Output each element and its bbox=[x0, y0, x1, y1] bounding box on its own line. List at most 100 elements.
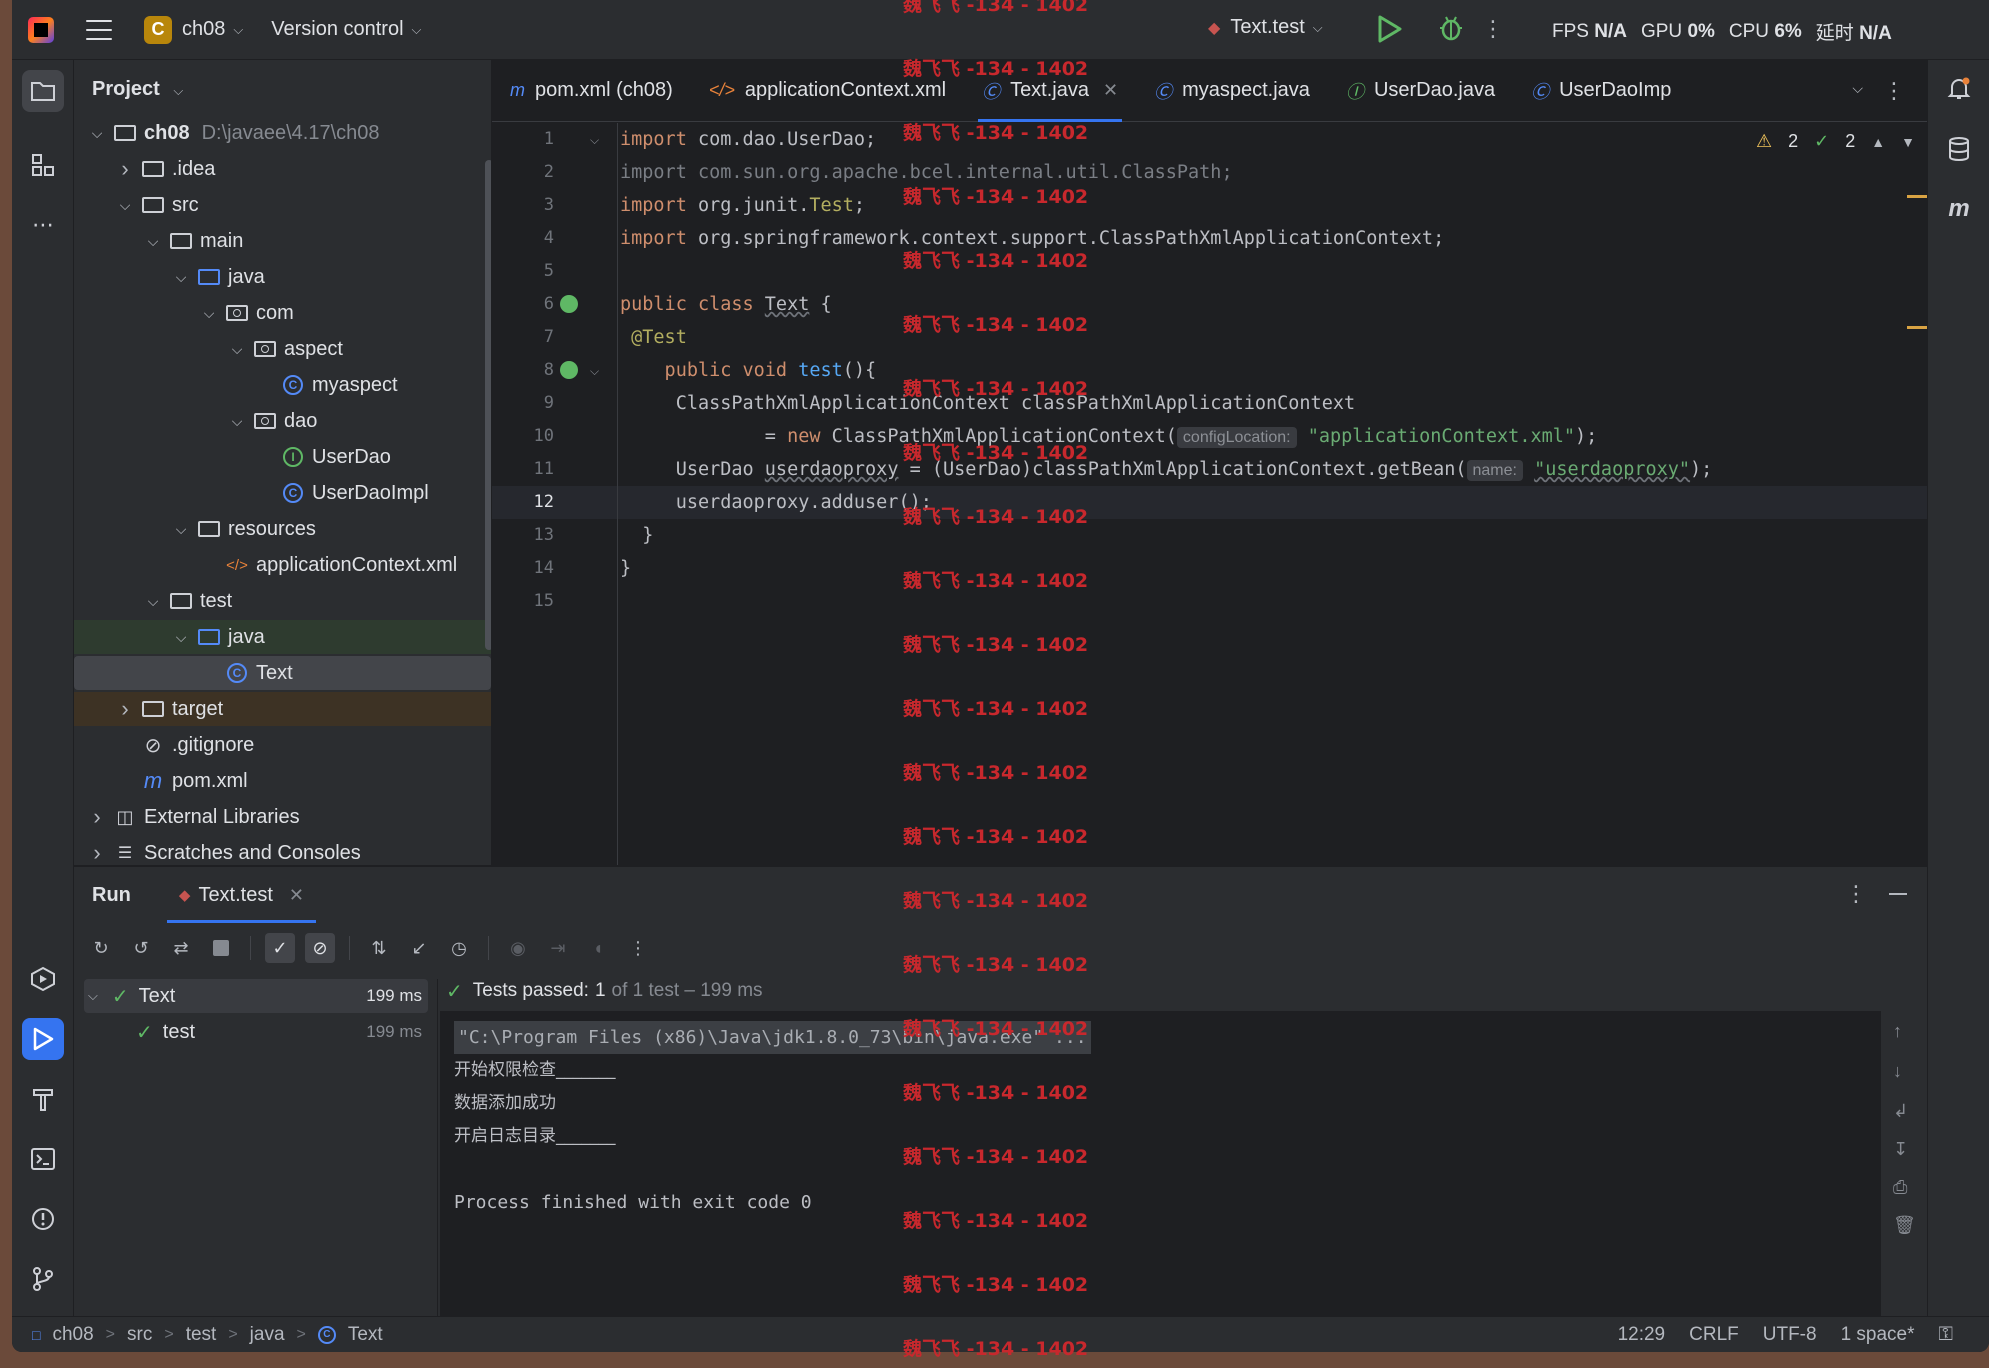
tree-item[interactable]: ⌵ test bbox=[74, 584, 491, 618]
camera-icon[interactable]: ◉ bbox=[503, 933, 533, 963]
version-control-menu[interactable]: Version control bbox=[271, 18, 403, 41]
chevron-down-icon[interactable]: ⌵ bbox=[200, 305, 218, 322]
console-command-line[interactable]: "C:\Program Files (x86)\Java\jdk1.8.0_73… bbox=[454, 1021, 1091, 1054]
fold-chevron-icon[interactable]: ⌵ bbox=[590, 364, 599, 379]
chevron-down-icon[interactable]: ⌵ bbox=[144, 593, 162, 610]
tree-item[interactable]: ⌵ aspect bbox=[74, 332, 491, 366]
chevron-up-icon[interactable]: ▲ bbox=[1871, 134, 1885, 150]
tree-item[interactable]: C Text bbox=[74, 656, 491, 690]
debug-button[interactable] bbox=[1438, 14, 1462, 42]
fold-chevron-icon[interactable]: ⌵ bbox=[590, 133, 599, 148]
tree-item[interactable]: ⌵ src bbox=[74, 188, 491, 222]
chevron-down-icon[interactable]: ⌵ bbox=[228, 413, 246, 430]
run-tool-button[interactable] bbox=[22, 1018, 64, 1060]
tree-item[interactable]: ⌵ java bbox=[74, 260, 491, 294]
editor-tab[interactable]: Ⓒmyaspect.java bbox=[1136, 60, 1328, 122]
chevron-down-icon[interactable]: ⌵ bbox=[412, 22, 422, 38]
more-tools-icon[interactable]: ⋯ bbox=[22, 204, 64, 246]
tree-item[interactable]: ⌵ main bbox=[74, 224, 491, 258]
more-icon[interactable]: ⋮ bbox=[623, 933, 653, 963]
collapse-icon[interactable]: ↙ bbox=[404, 933, 434, 963]
tree-item[interactable]: C UserDaoImpl bbox=[74, 476, 491, 510]
editor-tab[interactable]: </> applicationContext.xml bbox=[691, 60, 964, 122]
run-config-selector[interactable]: ◆ Text.test ⌵ bbox=[1208, 16, 1323, 39]
chevron-down-icon[interactable]: ⌵ bbox=[233, 22, 243, 38]
build-tool-button[interactable] bbox=[22, 1078, 64, 1120]
rerun-icon[interactable]: ↻ bbox=[86, 933, 116, 963]
notifications-bell-icon[interactable] bbox=[1938, 68, 1980, 110]
chevron-down-icon[interactable]: ⌵ bbox=[144, 233, 162, 250]
inspection-widget[interactable]: ⚠ 2 ✓ 2 ▲ ▼ bbox=[1756, 131, 1915, 152]
run-gutter-icon[interactable] bbox=[560, 295, 578, 313]
editor-tab[interactable]: m pom.xml (ch08) bbox=[492, 60, 691, 122]
tree-item[interactable]: ⌵ com bbox=[74, 296, 491, 330]
indent-setting[interactable]: 1 space* bbox=[1841, 1324, 1915, 1346]
warning-stripe-marker[interactable] bbox=[1907, 326, 1927, 329]
chevron-down-icon[interactable]: ⌵ bbox=[172, 269, 190, 286]
tree-item[interactable]: › ◫ External Libraries bbox=[74, 800, 491, 834]
breadcrumb-item[interactable]: test bbox=[186, 1324, 217, 1346]
database-icon[interactable] bbox=[1938, 128, 1980, 170]
tree-item[interactable]: ⌵ ch08 D:\javaee\4.17\ch08 bbox=[74, 116, 491, 150]
run-tab-text-test[interactable]: ◆ Text.test ✕ bbox=[166, 867, 317, 923]
warning-stripe-marker[interactable] bbox=[1907, 195, 1927, 198]
tree-item[interactable]: › target bbox=[74, 692, 491, 726]
tree-item[interactable]: ⌵ dao bbox=[74, 404, 491, 438]
project-name[interactable]: ch08 bbox=[182, 18, 225, 41]
minimize-icon[interactable] bbox=[1889, 893, 1907, 895]
tree-item[interactable]: Cmyaspect bbox=[74, 368, 491, 402]
toggle-autotest-icon[interactable]: ⇄ bbox=[166, 933, 196, 963]
chevron-down-icon[interactable]: ⌵ bbox=[172, 521, 190, 538]
services-tool-button[interactable] bbox=[22, 958, 64, 1000]
scroll-to-end-icon[interactable]: ↧ bbox=[1893, 1139, 1908, 1160]
file-encoding[interactable]: UTF-8 bbox=[1763, 1324, 1817, 1346]
show-passed-icon[interactable]: ✓ bbox=[265, 933, 295, 963]
test-row[interactable]: ✓ test 199 ms bbox=[84, 1015, 428, 1049]
chevron-right-icon[interactable]: › bbox=[116, 156, 134, 182]
breadcrumb-item[interactable]: java bbox=[250, 1324, 285, 1346]
tree-item[interactable]: ⌵ java bbox=[74, 620, 491, 654]
chevron-down-icon[interactable]: ⌵ bbox=[88, 125, 106, 142]
stop-icon[interactable] bbox=[206, 933, 236, 963]
arrow-down-icon[interactable]: ↓ bbox=[1893, 1061, 1902, 1082]
tabs-more-icon[interactable]: ⋮ bbox=[1883, 80, 1905, 102]
tabs-overflow-chevron-icon[interactable]: ⌵ bbox=[1852, 80, 1863, 97]
console-output[interactable]: ✓ Tests passed: 1 of 1 test – 199 ms "C:… bbox=[440, 971, 1927, 1317]
chevron-down-icon[interactable]: ▼ bbox=[1901, 134, 1915, 150]
tree-item[interactable]: ⊘ .gitignore bbox=[74, 728, 491, 762]
editor-tab[interactable]: Ⓒ UserDaoImp bbox=[1513, 60, 1689, 122]
breadcrumb-item[interactable]: ch08 bbox=[52, 1324, 93, 1346]
main-menu-icon[interactable] bbox=[86, 19, 112, 40]
chevron-down-icon[interactable]: ⌵ bbox=[88, 988, 98, 1004]
history-icon[interactable]: ◷ bbox=[444, 933, 474, 963]
chevron-right-icon[interactable]: › bbox=[88, 804, 106, 830]
tree-item[interactable]: </> applicationContext.xml bbox=[74, 548, 491, 582]
breadcrumb-item[interactable]: Text bbox=[348, 1324, 383, 1346]
maven-icon[interactable]: m bbox=[1938, 188, 1980, 230]
chevron-down-icon[interactable]: ⌵ bbox=[172, 629, 190, 646]
more-actions-icon[interactable]: ⋮ bbox=[1482, 18, 1504, 40]
chevron-right-icon[interactable]: › bbox=[88, 840, 106, 865]
editor-tab[interactable]: Ⓘ UserDao.java bbox=[1328, 60, 1513, 122]
project-panel-title[interactable]: Project ⌵ bbox=[92, 78, 183, 101]
tree-item[interactable]: › ☰ Scratches and Consoles bbox=[74, 836, 491, 865]
soft-wrap-icon[interactable]: ↲ bbox=[1893, 1101, 1908, 1122]
project-badge[interactable]: C bbox=[144, 15, 172, 44]
code-editor[interactable]: 1 2 3 4 5 6 7 8 9 10 11 12 13 14 15 ⌵ ⌵ import com.dao… bbox=[492, 123, 1927, 865]
close-icon[interactable]: ✕ bbox=[289, 885, 304, 906]
import-icon[interactable]: ⇥ bbox=[543, 933, 573, 963]
caret-position[interactable]: 12:29 bbox=[1618, 1324, 1666, 1346]
lock-icon[interactable]: ⚿ bbox=[1939, 1324, 1953, 1346]
show-ignored-icon[interactable]: ⊘ bbox=[305, 933, 335, 963]
line-separator[interactable]: CRLF bbox=[1689, 1324, 1739, 1346]
print-icon[interactable]: ⎙ bbox=[1893, 1177, 1907, 1198]
editor-tab[interactable]: Ⓒ Text.java ✕ bbox=[964, 60, 1136, 122]
chevron-down-icon[interactable]: ⌵ bbox=[116, 197, 134, 214]
project-scrollbar[interactable] bbox=[485, 160, 491, 650]
structure-tool-button[interactable] bbox=[22, 144, 64, 186]
run-button[interactable] bbox=[1376, 14, 1402, 44]
arrow-up-icon[interactable]: ↑ bbox=[1893, 1021, 1902, 1042]
rerun-failed-icon[interactable]: ↺ bbox=[126, 933, 156, 963]
trash-icon[interactable]: 🗑 bbox=[1893, 1215, 1916, 1236]
chevron-right-icon[interactable]: › bbox=[116, 696, 134, 722]
